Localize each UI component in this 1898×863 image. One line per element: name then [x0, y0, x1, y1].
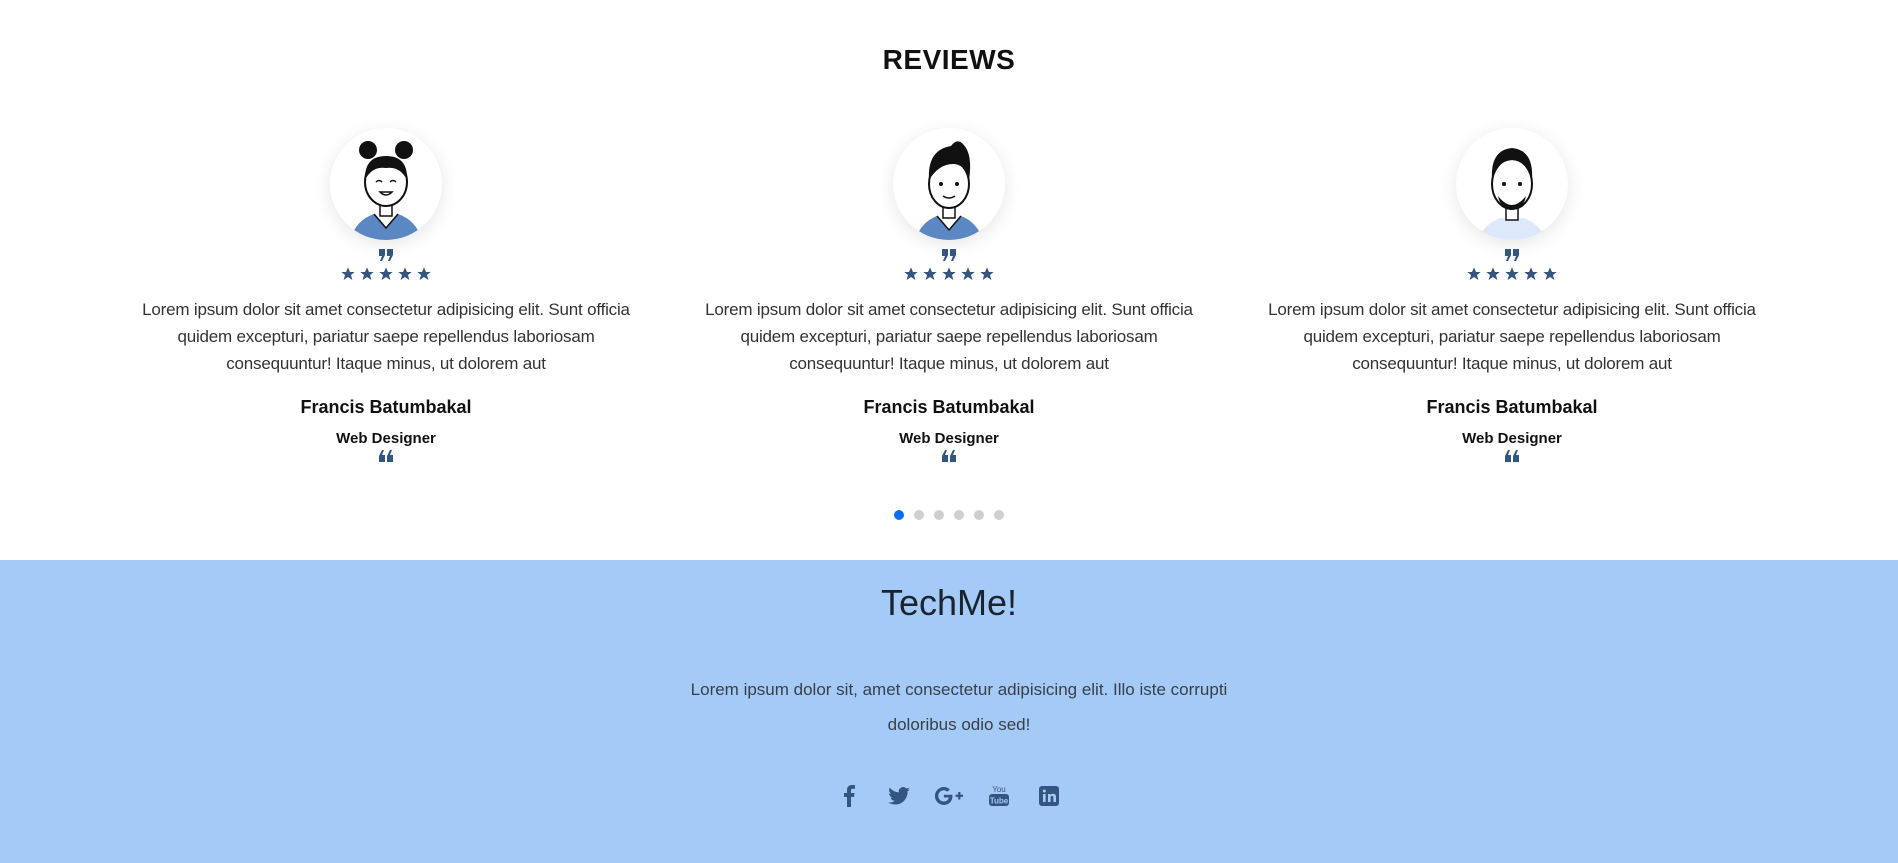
carousel-dot-3[interactable] — [934, 510, 944, 520]
reviewer-role: Web Designer — [1462, 430, 1562, 447]
review-text: Lorem ipsum dolor sit amet consectetur a… — [1268, 300, 1756, 373]
star-icon — [397, 266, 413, 284]
youtube-icon[interactable]: You Tube — [985, 782, 1013, 810]
quote-open-icon — [689, 449, 1209, 463]
quote-open-icon — [126, 449, 646, 463]
star-icon — [1504, 266, 1520, 284]
review-text: Lorem ipsum dolor sit amet consectetur a… — [705, 300, 1193, 373]
star-icon — [416, 266, 432, 284]
review-card: Lorem ipsum dolor sit amet consectetur a… — [689, 128, 1209, 463]
svg-text:You: You — [992, 785, 1006, 794]
reviewer-role: Web Designer — [899, 430, 999, 447]
carousel-dot-6[interactable] — [994, 510, 1004, 520]
star-icon — [941, 266, 957, 284]
avatar — [1456, 128, 1568, 240]
carousel-dot-5[interactable] — [974, 510, 984, 520]
quote-open-icon — [1252, 449, 1772, 463]
avatar — [893, 128, 1005, 240]
reviews-section: REVIEWS Lorem ipsum dolor sit amet conse… — [0, 0, 1898, 560]
social-links: You Tube — [0, 782, 1898, 810]
quote-close-icon — [689, 248, 1209, 262]
footer: TechMe! Lorem ipsum dolor sit, amet cons… — [0, 560, 1898, 863]
review-card: Lorem ipsum dolor sit amet consectetur a… — [1252, 128, 1772, 463]
reviews-title: REVIEWS — [882, 44, 1016, 75]
star-icon — [378, 266, 394, 284]
star-rating — [126, 266, 646, 284]
reviewer-name: Francis Batumbakal — [1426, 397, 1598, 417]
quote-close-icon — [126, 248, 646, 262]
star-icon — [1523, 266, 1539, 284]
star-icon — [359, 266, 375, 284]
star-icon — [979, 266, 995, 284]
reviewer-name: Francis Batumbakal — [863, 397, 1035, 417]
facebook-icon[interactable] — [835, 782, 863, 810]
carousel-dot-2[interactable] — [914, 510, 924, 520]
star-icon — [1485, 266, 1501, 284]
carousel-pagination — [0, 510, 1898, 520]
carousel-dot-1[interactable] — [894, 510, 904, 520]
twitter-icon[interactable] — [885, 782, 913, 810]
linkedin-icon[interactable] — [1035, 782, 1063, 810]
female-avatar-icon — [350, 141, 422, 240]
avatar — [330, 128, 442, 240]
review-card: Lorem ipsum dolor sit amet consectetur a… — [126, 128, 646, 463]
star-icon — [340, 266, 356, 284]
carousel-dot-4[interactable] — [954, 510, 964, 520]
star-rating — [1252, 266, 1772, 284]
star-icon — [922, 266, 938, 284]
male-avatar-icon — [915, 141, 983, 240]
reviewer-role: Web Designer — [336, 430, 436, 447]
star-icon — [960, 266, 976, 284]
star-icon — [1542, 266, 1558, 284]
star-rating — [689, 266, 1209, 284]
star-icon — [1466, 266, 1482, 284]
bearded-male-avatar-icon — [1478, 148, 1546, 240]
google-plus-icon[interactable] — [935, 782, 963, 810]
footer-brand: TechMe! — [880, 582, 1018, 623]
quote-close-icon — [1252, 248, 1772, 262]
review-text: Lorem ipsum dolor sit amet consectetur a… — [142, 300, 630, 373]
footer-tagline: Lorem ipsum dolor sit, amet consectetur … — [690, 680, 1228, 734]
reviewer-name: Francis Batumbakal — [300, 397, 472, 417]
star-icon — [903, 266, 919, 284]
svg-text:Tube: Tube — [990, 797, 1009, 806]
